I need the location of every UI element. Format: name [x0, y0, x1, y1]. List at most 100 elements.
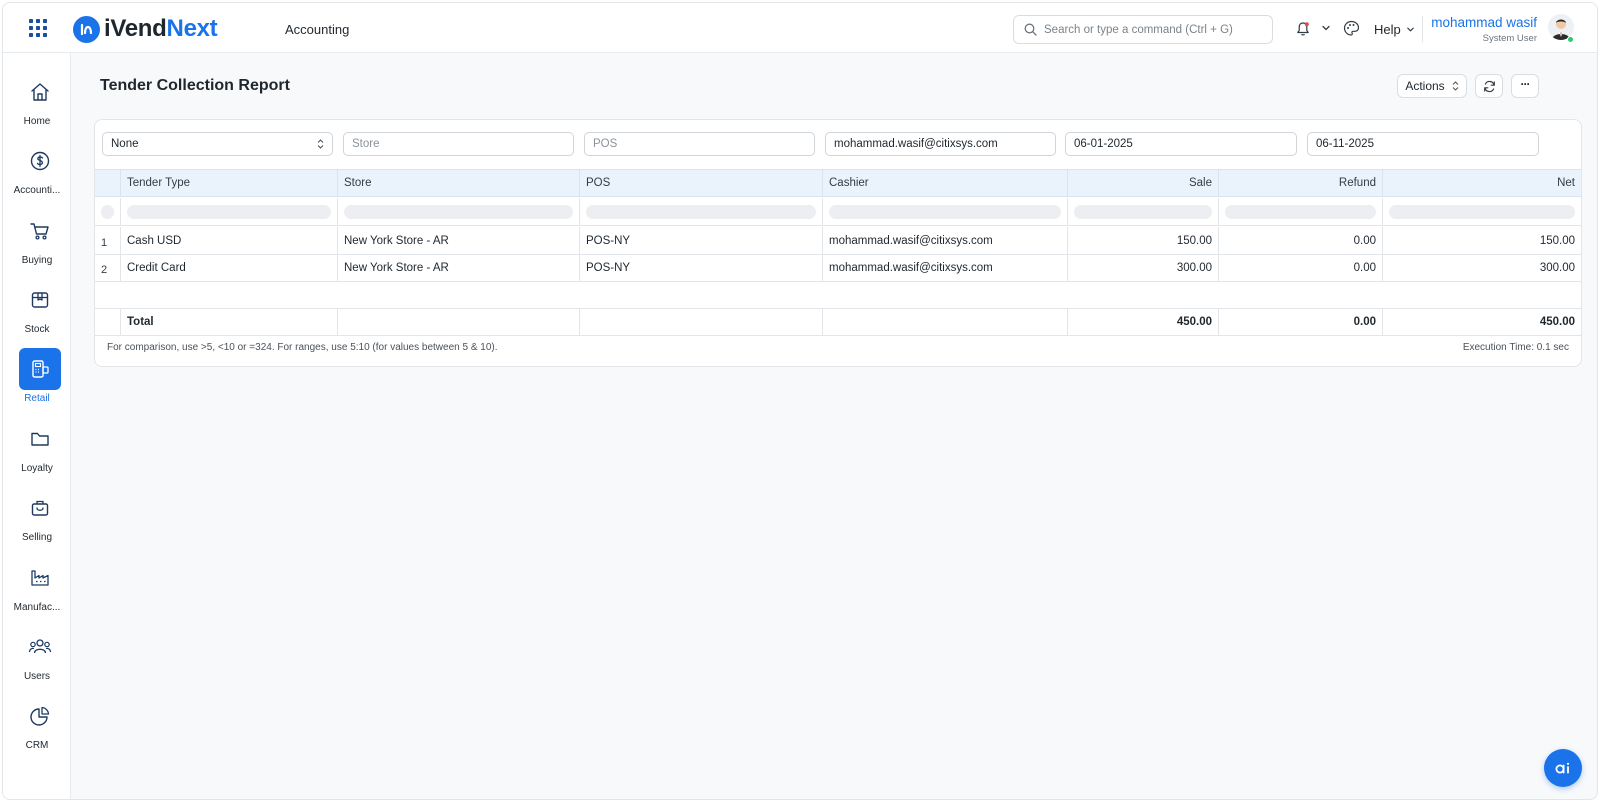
cell-sale[interactable]: 300.00 — [1068, 254, 1219, 281]
total-sale: 450.00 — [1068, 309, 1219, 335]
sidebar-item-home[interactable]: Home — [3, 69, 71, 131]
notification-dropdown-chevron-icon[interactable] — [1321, 23, 1331, 33]
to-date-input[interactable] — [1316, 138, 1530, 150]
pos-filter[interactable] — [584, 132, 815, 156]
cell-pos[interactable]: POS-NY — [580, 227, 823, 254]
filter-cell-store[interactable] — [338, 198, 580, 225]
user-role: System User — [1482, 33, 1537, 44]
column-header-cashier[interactable]: Cashier — [823, 170, 1068, 196]
app-grid-icon[interactable] — [29, 19, 47, 37]
folder-icon — [19, 418, 61, 460]
sidebar-item-accounting[interactable]: Accounti... — [3, 138, 71, 200]
actions-button[interactable]: Actions — [1397, 74, 1467, 98]
filter-cell-pos[interactable] — [580, 198, 823, 225]
search-box[interactable] — [1013, 15, 1273, 44]
online-status-dot — [1567, 36, 1574, 43]
factory-icon — [19, 557, 61, 599]
app-window: iVendNext Accounting Help mohammad wasif… — [2, 2, 1598, 800]
column-header-tender-type[interactable]: Tender Type — [121, 170, 338, 196]
refresh-icon — [1483, 80, 1495, 92]
cashier-filter[interactable] — [825, 132, 1056, 156]
row-number-header — [95, 170, 121, 196]
sidebar-item-label: Selling — [21, 532, 53, 543]
total-refund: 0.00 — [1219, 309, 1383, 335]
search-input[interactable] — [1044, 23, 1264, 36]
dollar-circle-icon — [19, 140, 61, 182]
cell-refund[interactable]: 0.00 — [1219, 254, 1383, 281]
column-header-store[interactable]: Store — [338, 170, 580, 196]
more-options-button[interactable]: ··· — [1511, 74, 1539, 98]
report-card: None Tender Type Store POS Cashier — [94, 119, 1582, 367]
table-row[interactable]: 2 Credit Card New York Store - AR POS-NY… — [95, 254, 1581, 282]
sidebar-item-loyalty[interactable]: Loyalty — [3, 416, 71, 478]
cell-tender-type[interactable]: Credit Card — [121, 254, 338, 281]
notification-bell-icon[interactable] — [1295, 21, 1311, 37]
theme-palette-icon[interactable] — [1343, 20, 1360, 37]
filter-cell-sale[interactable] — [1068, 198, 1219, 225]
logo-text: iVendNext — [104, 15, 218, 42]
box-icon — [19, 279, 61, 321]
from-date-input[interactable] — [1074, 138, 1288, 150]
column-filter-input[interactable] — [1389, 204, 1575, 219]
column-header-net[interactable]: Net — [1383, 170, 1581, 196]
cell-store[interactable]: New York Store - AR — [338, 227, 580, 254]
sidebar-item-users[interactable]: Users — [3, 624, 71, 686]
sidebar-item-label: Retail — [24, 393, 50, 404]
pie-chart-icon — [19, 695, 61, 737]
sidebar-item-buying[interactable]: Buying — [3, 208, 71, 270]
row-number: 2 — [95, 254, 121, 281]
column-header-sale[interactable]: Sale — [1068, 170, 1219, 196]
column-filter-input[interactable] — [127, 204, 331, 219]
column-header-pos[interactable]: POS — [580, 170, 823, 196]
cell-cashier[interactable]: mohammad.wasif@citixsys.com — [823, 254, 1068, 281]
sidebar-item-label: Users — [23, 671, 51, 682]
sidebar-item-label: Accounti... — [13, 185, 61, 196]
select-all-checkbox[interactable] — [101, 204, 114, 219]
sidebar-item-stock[interactable]: Stock — [3, 277, 71, 339]
column-filter-input[interactable] — [1225, 204, 1376, 219]
store-input[interactable] — [352, 138, 565, 150]
column-filter-input[interactable] — [1074, 204, 1212, 219]
cell-cashier[interactable]: mohammad.wasif@citixsys.com — [823, 227, 1068, 254]
filter-cell-net[interactable] — [1383, 198, 1581, 225]
cell-store[interactable]: New York Store - AR — [338, 254, 580, 281]
column-filter-input[interactable] — [344, 204, 573, 219]
sidebar-item-crm[interactable]: CRM — [3, 693, 71, 755]
home-icon — [19, 71, 61, 113]
cell-sale[interactable]: 150.00 — [1068, 227, 1219, 254]
filter-cell-cashier[interactable] — [823, 198, 1068, 225]
cell-refund[interactable]: 0.00 — [1219, 227, 1383, 254]
ai-assistant-button[interactable] — [1544, 749, 1582, 787]
select-arrows-icon — [1452, 81, 1459, 91]
filter-cell-refund[interactable] — [1219, 198, 1383, 225]
pos-terminal-icon — [19, 348, 61, 390]
user-name[interactable]: mohammad wasif — [1431, 15, 1537, 30]
table-row[interactable]: 1 Cash USD New York Store - AR POS-NY mo… — [95, 227, 1581, 255]
column-filter-row — [95, 198, 1581, 226]
cell-pos[interactable]: POS-NY — [580, 254, 823, 281]
sidebar-item-manufacturing[interactable]: Manufac... — [3, 555, 71, 617]
filter-cell-tender-type[interactable] — [121, 198, 338, 225]
to-date-filter[interactable] — [1307, 132, 1539, 156]
store-filter[interactable] — [343, 132, 574, 156]
column-filter-input[interactable] — [586, 204, 816, 219]
row-number: 1 — [95, 227, 121, 254]
sidebar-item-label: Buying — [21, 255, 53, 266]
search-icon — [1024, 23, 1037, 36]
cell-net[interactable]: 150.00 — [1383, 227, 1581, 254]
brand-logo[interactable]: iVendNext — [73, 15, 218, 43]
group-by-select[interactable]: None — [102, 132, 333, 156]
sidebar-item-selling[interactable]: Selling — [3, 485, 71, 547]
from-date-filter[interactable] — [1065, 132, 1297, 156]
sidebar-item-retail[interactable]: Retail — [3, 346, 71, 408]
column-filter-input[interactable] — [829, 204, 1061, 219]
cashier-input[interactable] — [834, 138, 1047, 150]
column-header-refund[interactable]: Refund — [1219, 170, 1383, 196]
row-select-cell — [95, 198, 121, 225]
pos-input[interactable] — [593, 138, 806, 150]
help-menu[interactable]: Help — [1374, 22, 1415, 37]
cell-tender-type[interactable]: Cash USD — [121, 227, 338, 254]
cell-net[interactable]: 300.00 — [1383, 254, 1581, 281]
cart-icon — [19, 210, 61, 252]
refresh-button[interactable] — [1475, 74, 1503, 98]
